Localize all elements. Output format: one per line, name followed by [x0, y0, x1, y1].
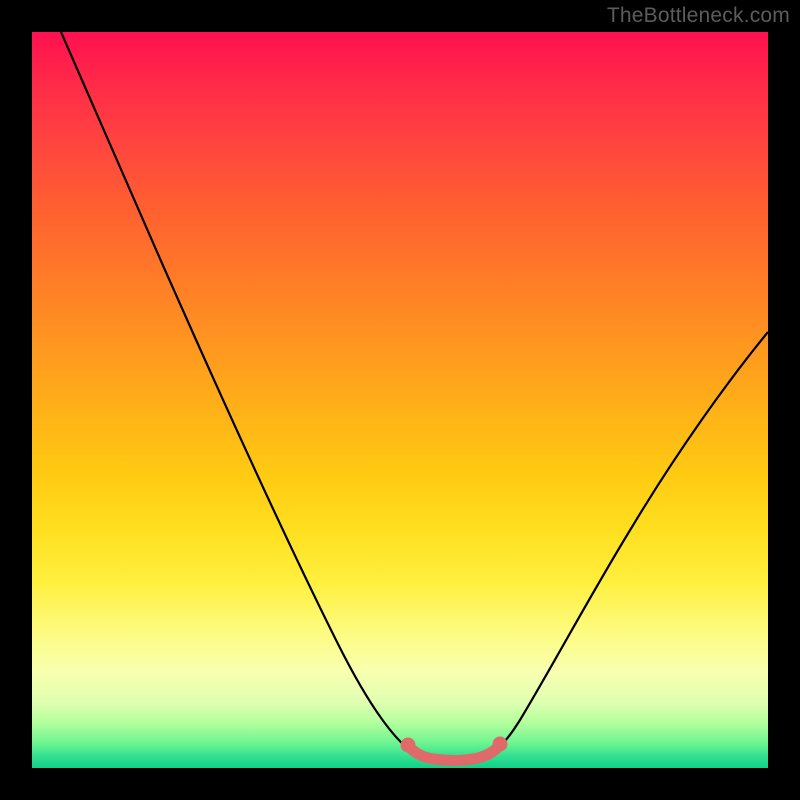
- curve-layer: [32, 32, 768, 768]
- watermark-text: TheBottleneck.com: [607, 4, 790, 28]
- chart-frame: TheBottleneck.com: [0, 0, 800, 800]
- plot-area: [32, 32, 768, 768]
- bottleneck-curve: [61, 32, 768, 760]
- flat-zone-end-left: [401, 738, 416, 753]
- flat-zone-highlight: [408, 745, 500, 760]
- flat-zone-end-right: [493, 737, 508, 752]
